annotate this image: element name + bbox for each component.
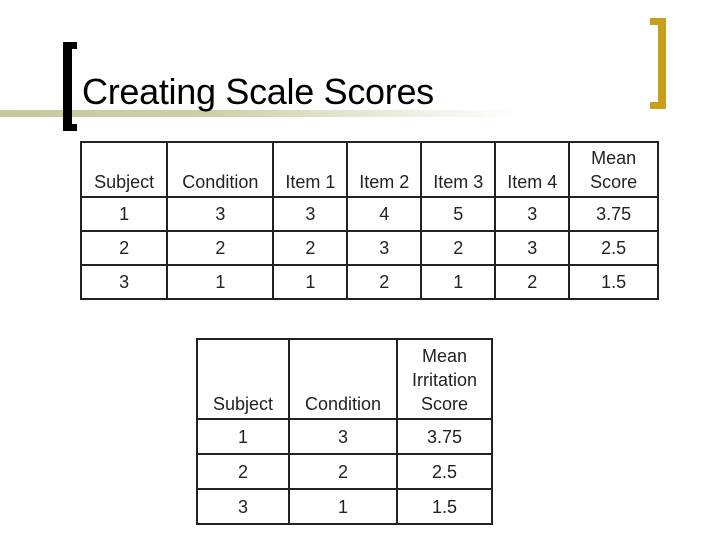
item-scores-table: Subject Condition Item 1 Item 2 Item 3 I… bbox=[79, 141, 659, 300]
cell: 2 bbox=[494, 264, 571, 300]
header-subject: Subject bbox=[79, 141, 169, 198]
cell: 1 bbox=[288, 488, 398, 525]
cell: 3 bbox=[288, 418, 398, 455]
header-item-3: Item 3 bbox=[420, 141, 497, 198]
cell: 1.5 bbox=[568, 264, 659, 300]
table-header-row: Subject Condition Item 1 Item 2 Item 3 I… bbox=[79, 141, 659, 198]
cell: 2 bbox=[166, 230, 275, 266]
header-subject: Subject bbox=[196, 338, 290, 420]
cell: 2.5 bbox=[396, 453, 493, 490]
cell: 2 bbox=[288, 453, 398, 490]
cell: 3.75 bbox=[568, 196, 659, 232]
cell: 2 bbox=[272, 230, 349, 266]
cell: 3.75 bbox=[396, 418, 493, 455]
table-row: 1 3 3.75 bbox=[196, 418, 493, 455]
header-condition: Condition bbox=[166, 141, 275, 198]
cell: 1.5 bbox=[396, 488, 493, 525]
cell: 2 bbox=[196, 453, 290, 490]
cell: 3 bbox=[196, 488, 290, 525]
slide-title: Creating Scale Scores bbox=[82, 71, 434, 112]
table-row: 2 2 2 3 2 3 2.5 bbox=[79, 230, 659, 266]
cell: 1 bbox=[166, 264, 275, 300]
header-condition: Condition bbox=[288, 338, 398, 420]
cell: 2 bbox=[346, 264, 423, 300]
cell: 3 bbox=[166, 196, 275, 232]
cell: 3 bbox=[272, 196, 349, 232]
cell: 2 bbox=[420, 230, 497, 266]
cell: 1 bbox=[79, 196, 169, 232]
table-header-row: Subject Condition Mean Irritation Score bbox=[196, 338, 493, 420]
table-row: 1 3 3 4 5 3 3.75 bbox=[79, 196, 659, 232]
cell: 3 bbox=[79, 264, 169, 300]
cell: 3 bbox=[346, 230, 423, 266]
table-row: 2 2 2.5 bbox=[196, 453, 493, 490]
header-item-1: Item 1 bbox=[272, 141, 349, 198]
table-row: 3 1 1.5 bbox=[196, 488, 493, 525]
header-item-4: Item 4 bbox=[494, 141, 571, 198]
cell: 2.5 bbox=[568, 230, 659, 266]
right-bracket-decoration bbox=[650, 18, 666, 109]
header-item-2: Item 2 bbox=[346, 141, 423, 198]
header-mean-irritation-score: Mean Irritation Score bbox=[396, 338, 493, 420]
cell: 1 bbox=[420, 264, 497, 300]
mean-irritation-table: Subject Condition Mean Irritation Score … bbox=[196, 338, 493, 525]
cell: 4 bbox=[346, 196, 423, 232]
cell: 3 bbox=[494, 230, 571, 266]
cell: 2 bbox=[79, 230, 169, 266]
header-mean-score: Mean Score bbox=[568, 141, 659, 198]
cell: 1 bbox=[272, 264, 349, 300]
cell: 1 bbox=[196, 418, 290, 455]
left-bracket-decoration bbox=[63, 42, 77, 131]
table-row: 3 1 1 2 1 2 1.5 bbox=[79, 264, 659, 300]
cell: 5 bbox=[420, 196, 497, 232]
cell: 3 bbox=[494, 196, 571, 232]
